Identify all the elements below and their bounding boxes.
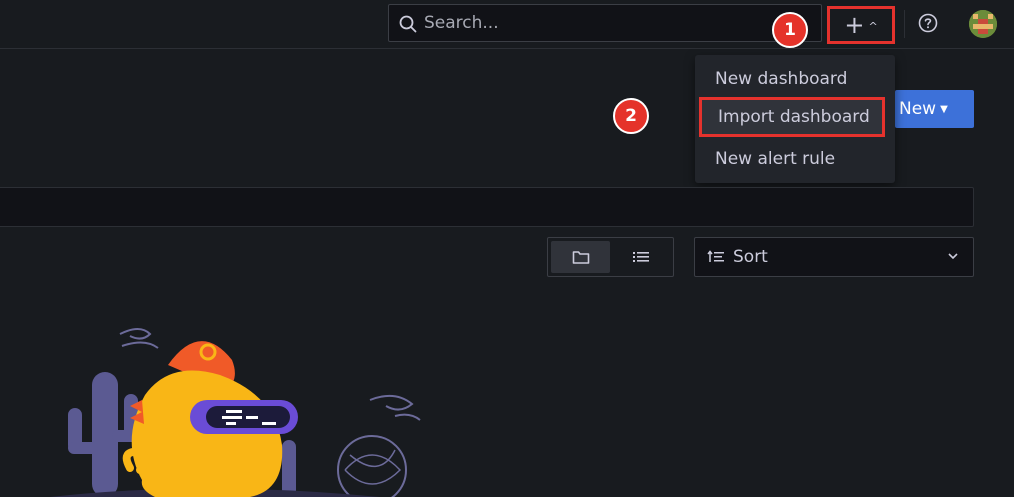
- step-2-badge: 2: [613, 98, 649, 134]
- avatar-icon: [969, 10, 997, 38]
- navbar-divider: [904, 10, 905, 38]
- top-navbar: Search... + ^: [0, 0, 1014, 49]
- chevron-up-icon: ^: [868, 19, 878, 33]
- help-icon[interactable]: [918, 13, 938, 33]
- chevron-down-icon: ▼: [940, 103, 948, 115]
- chevron-down-icon: [948, 253, 958, 260]
- folder-view-button[interactable]: [551, 241, 610, 273]
- search-icon: [399, 15, 417, 33]
- menu-item-new-dashboard[interactable]: New dashboard: [695, 59, 895, 99]
- plus-icon: +: [844, 11, 865, 39]
- list-view-button[interactable]: [611, 241, 670, 273]
- new-button-label: New: [899, 99, 937, 119]
- step-1-badge: 1: [772, 12, 808, 48]
- new-button[interactable]: New ▼: [895, 90, 974, 128]
- search-filter-input[interactable]: [0, 187, 974, 227]
- sort-select[interactable]: Sort: [694, 237, 974, 277]
- folder-icon: [572, 251, 589, 264]
- view-toggle: [547, 237, 674, 277]
- sort-icon: [707, 250, 724, 262]
- search-placeholder: Search...: [424, 13, 499, 33]
- sort-label: Sort: [733, 247, 768, 267]
- add-menu-dropdown: New dashboard Import dashboard New alert…: [695, 55, 895, 183]
- user-avatar[interactable]: [969, 10, 997, 38]
- menu-item-import-dashboard[interactable]: Import dashboard: [699, 97, 885, 137]
- list-icon: [632, 252, 649, 262]
- search-input[interactable]: Search...: [388, 4, 822, 42]
- menu-item-new-alert-rule[interactable]: New alert rule: [695, 139, 895, 179]
- empty-state-illustration: [50, 328, 421, 497]
- add-new-button[interactable]: + ^: [827, 6, 895, 44]
